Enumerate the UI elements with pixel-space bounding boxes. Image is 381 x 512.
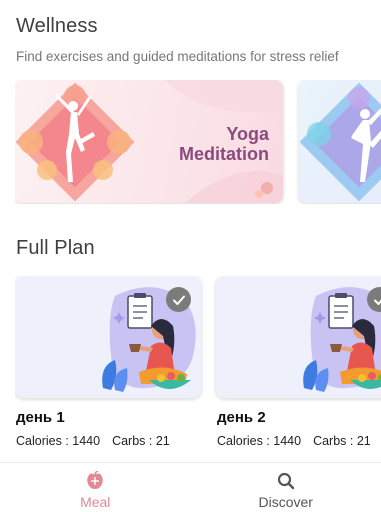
completed-check-badge[interactable] (166, 287, 191, 312)
plan-day-name: день 2 (217, 409, 266, 426)
full-plan-title: Full Plan (16, 237, 95, 259)
banner-line-2: Meditation (179, 144, 269, 164)
yoga-meditation-banner[interactable]: Yoga Meditation (15, 80, 283, 203)
check-icon (172, 295, 185, 305)
plan-day-name: день 1 (16, 409, 65, 426)
check-icon (373, 298, 381, 305)
plan-illustration (216, 276, 381, 398)
bottom-navigation: Meal Discover (0, 462, 381, 512)
wellness-title: Wellness (16, 15, 98, 37)
yoga-illustration-2 (299, 82, 381, 202)
plan-carbs: Carbs : 21 (112, 434, 170, 448)
plan-illustration (15, 276, 201, 398)
search-icon (277, 472, 294, 490)
plan-card[interactable]: день 2 Calories : 1440 Carbs : 21 (216, 276, 381, 448)
full-plan-carousel[interactable]: день 1 Calories : 1440 Carbs : 21 день 2… (15, 276, 381, 451)
plan-card[interactable]: день 1 Calories : 1440 Carbs : 21 (15, 276, 201, 448)
yoga-banner-2[interactable] (299, 80, 381, 203)
meal-illustration (303, 287, 381, 392)
nav-label-discover: Discover (258, 494, 313, 510)
banner-line-1: Yoga (226, 124, 269, 144)
wellness-carousel[interactable]: Yoga Meditation (15, 80, 381, 204)
nav-label-meal: Meal (80, 494, 111, 510)
plan-calories: Calories : 1440 (217, 434, 302, 448)
plan-calories: Calories : 1440 (16, 434, 101, 448)
meal-icon (87, 471, 104, 489)
nav-item-discover[interactable]: Discover (191, 463, 381, 512)
nav-item-meal[interactable]: Meal (0, 463, 191, 512)
plan-carbs: Carbs : 21 (313, 434, 371, 448)
yoga-meditation-label: Yoga Meditation (179, 124, 269, 164)
plan-stats: Calories : 1440 Carbs : 21 (16, 434, 170, 448)
wellness-subtitle: Find exercises and guided meditations fo… (16, 49, 339, 64)
plan-stats: Calories : 1440 Carbs : 21 (217, 434, 371, 448)
